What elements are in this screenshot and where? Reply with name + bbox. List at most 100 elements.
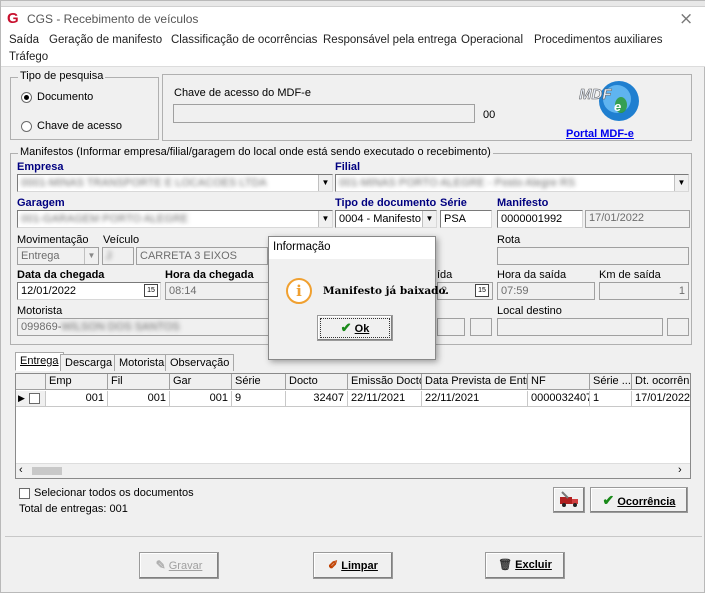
scroll-left-icon[interactable]: ‹ (19, 464, 23, 476)
excluir-button[interactable]: 🗑 Excluir (485, 552, 565, 579)
limpar-button[interactable]: ✐ Limpar (313, 552, 393, 579)
data-chegada-input[interactable]: 12/01/2022 (17, 282, 161, 300)
menu-operacional[interactable]: Operacional (461, 34, 523, 46)
data-chegada-label: Data da chegada (17, 269, 105, 281)
radio-documento[interactable] (21, 92, 32, 103)
grid-col-nf[interactable]: NF (528, 374, 590, 390)
menu-saida[interactable]: Saída (9, 34, 39, 46)
row-checkbox[interactable] (29, 393, 40, 404)
manifestos-legend: Manifestos (Informar empresa/filial/gara… (18, 146, 493, 158)
tab-observacao[interactable]: Observação (165, 354, 235, 371)
local-destino-input[interactable] (497, 318, 663, 336)
app-logo-icon: G (7, 10, 19, 27)
selecionar-todos-checkbox[interactable] (19, 488, 30, 499)
dialog-message: Manifesto já baixado. (323, 285, 449, 297)
table-cell[interactable]: 0000032407 (528, 391, 590, 407)
grid-col-fil[interactable]: Fil (108, 374, 170, 390)
horizontal-scrollbar[interactable]: ‹ › (16, 463, 690, 478)
selecionar-todos-label[interactable]: Selecionar todos os documentos (34, 487, 194, 499)
close-button[interactable]: × (679, 9, 693, 29)
grid-corner-header (16, 374, 46, 390)
svg-text:MDF: MDF (579, 86, 612, 103)
grid-col-docto[interactable]: Docto (286, 374, 348, 390)
chevron-down-icon[interactable]: ▼ (318, 175, 332, 191)
truck-tools-button[interactable] (553, 487, 585, 513)
grid-col-serie-2[interactable]: Série ... (590, 374, 632, 390)
movimentacao-label: Movimentação (17, 234, 89, 246)
radio-chave-acesso[interactable] (21, 121, 32, 132)
table-cell[interactable]: 22/11/2021 (348, 391, 422, 407)
mdfe-logo-icon: MDF e (571, 79, 643, 127)
main-window: G CGS - Recebimento de veículos × Saída … (0, 0, 705, 593)
veiculo-code-input[interactable]: J (102, 247, 134, 265)
km-saida-label: Km de saída (599, 269, 661, 281)
rota-input[interactable] (497, 247, 689, 265)
filial-label: Filial (335, 161, 361, 173)
motorista-code: 099869- (21, 321, 62, 333)
garagem-select[interactable]: 001-GARAGEM PORTO ALEGRE (17, 210, 333, 228)
grid-col-emissao[interactable]: Emissão Docto (348, 374, 422, 390)
table-cell[interactable]: 32407 (286, 391, 348, 407)
trash-icon: 🗑 (498, 559, 513, 571)
table-cell[interactable]: 1 (590, 391, 632, 407)
hora-chegada-label: Hora da chegada (165, 269, 254, 281)
gravar-button[interactable]: ✎ Gravar (139, 552, 219, 579)
hora-saida-input[interactable]: 07:59 (497, 282, 595, 300)
calendar-icon[interactable]: 15 (144, 284, 158, 297)
chevron-down-icon[interactable]: ▼ (318, 211, 332, 227)
table-cell[interactable]: 9 (232, 391, 286, 407)
table-cell[interactable]: 001 (46, 391, 108, 407)
table-cell[interactable]: 17/01/2022 (632, 391, 690, 407)
manifesto-input[interactable]: 0000001992 (497, 210, 583, 228)
table-cell[interactable]: 001 (170, 391, 232, 407)
entregas-grid[interactable]: Emp Fil Gar Série Docto Emissão Docto Da… (15, 373, 691, 479)
menu-responsavel-entrega[interactable]: Responsável pela entrega (323, 34, 457, 46)
tab-entrega-label: Entrega (20, 355, 59, 367)
limpar-label: Limpar (341, 560, 378, 572)
filial-select[interactable]: 001-MINAS PORTO ALEGRE - Posto Alegre RS (335, 174, 689, 192)
chevron-down-icon[interactable]: ▼ (84, 248, 98, 264)
grid-col-dt-ocorrencia[interactable]: Dt. ocorrên (632, 374, 690, 390)
menu-classificacao-ocorrencias[interactable]: Classificação de ocorrências (171, 34, 317, 46)
grid-col-gar[interactable]: Gar (170, 374, 232, 390)
ok-button[interactable]: ✔ Ok (317, 315, 393, 341)
calendar-icon[interactable]: 15 (475, 284, 489, 297)
manifesto-label: Manifesto (497, 197, 549, 209)
row-indicator[interactable]: ▶ (16, 391, 46, 407)
radio-documento-label[interactable]: Documento (37, 91, 93, 103)
grid-col-data-prevista[interactable]: Data Prevista de Entrega (422, 374, 528, 390)
menu-geracao-manifesto[interactable]: Geração de manifesto (49, 34, 162, 46)
tab-descarga[interactable]: Descarga (60, 354, 118, 371)
serie-input[interactable]: PSA (440, 210, 492, 228)
menu-trafego[interactable]: Tráfego (9, 51, 48, 63)
chevron-down-icon[interactable]: ▼ (674, 175, 688, 191)
chevron-down-icon[interactable]: ▼ (422, 211, 436, 227)
portal-mdfe-link[interactable]: Portal MDF-e (566, 128, 634, 140)
ocorrencia-button[interactable]: ✔ Ocorrência (590, 487, 688, 513)
table-cell[interactable]: 001 (108, 391, 170, 407)
scroll-right-icon[interactable]: › (678, 464, 682, 476)
chave-acesso-input[interactable] (173, 104, 475, 123)
tab-motorista[interactable]: Motorista (114, 354, 170, 371)
local-destino-extra[interactable] (667, 318, 689, 336)
grid-col-emp[interactable]: Emp (46, 374, 108, 390)
table-cell[interactable]: 22/11/2021 (422, 391, 528, 407)
menu-procedimentos-auxiliares[interactable]: Procedimentos auxiliares (534, 34, 662, 46)
divider (5, 536, 702, 537)
tipo-documento-label: Tipo de documento (335, 197, 437, 209)
motorista-extra-field[interactable] (437, 318, 465, 336)
rota-label: Rota (497, 234, 521, 246)
grid-col-serie[interactable]: Série (232, 374, 286, 390)
manifesto-date-text: 17/01/2022 (589, 212, 645, 224)
hora-chegada-input[interactable]: 08:14 (165, 282, 269, 300)
tab-entrega[interactable]: Entrega (15, 352, 64, 371)
scrollbar-thumb[interactable] (32, 467, 62, 475)
radio-chave-acesso-label[interactable]: Chave de acesso (37, 120, 122, 132)
chave-label: Chave de acesso do MDF-e (174, 87, 311, 99)
empresa-select[interactable]: 0001-MINAS TRANSPORTE E LOCACOES LTDA (17, 174, 333, 192)
chave-suffix: 00 (483, 109, 496, 121)
km-saida-input[interactable]: 1 (599, 282, 689, 300)
veiculo-description: CARRETA 3 EIXOS (136, 247, 268, 265)
motorista-input[interactable]: 099869-WILSON DOS SANTOS (17, 318, 269, 336)
motorista-extra-field-2[interactable] (470, 318, 492, 336)
